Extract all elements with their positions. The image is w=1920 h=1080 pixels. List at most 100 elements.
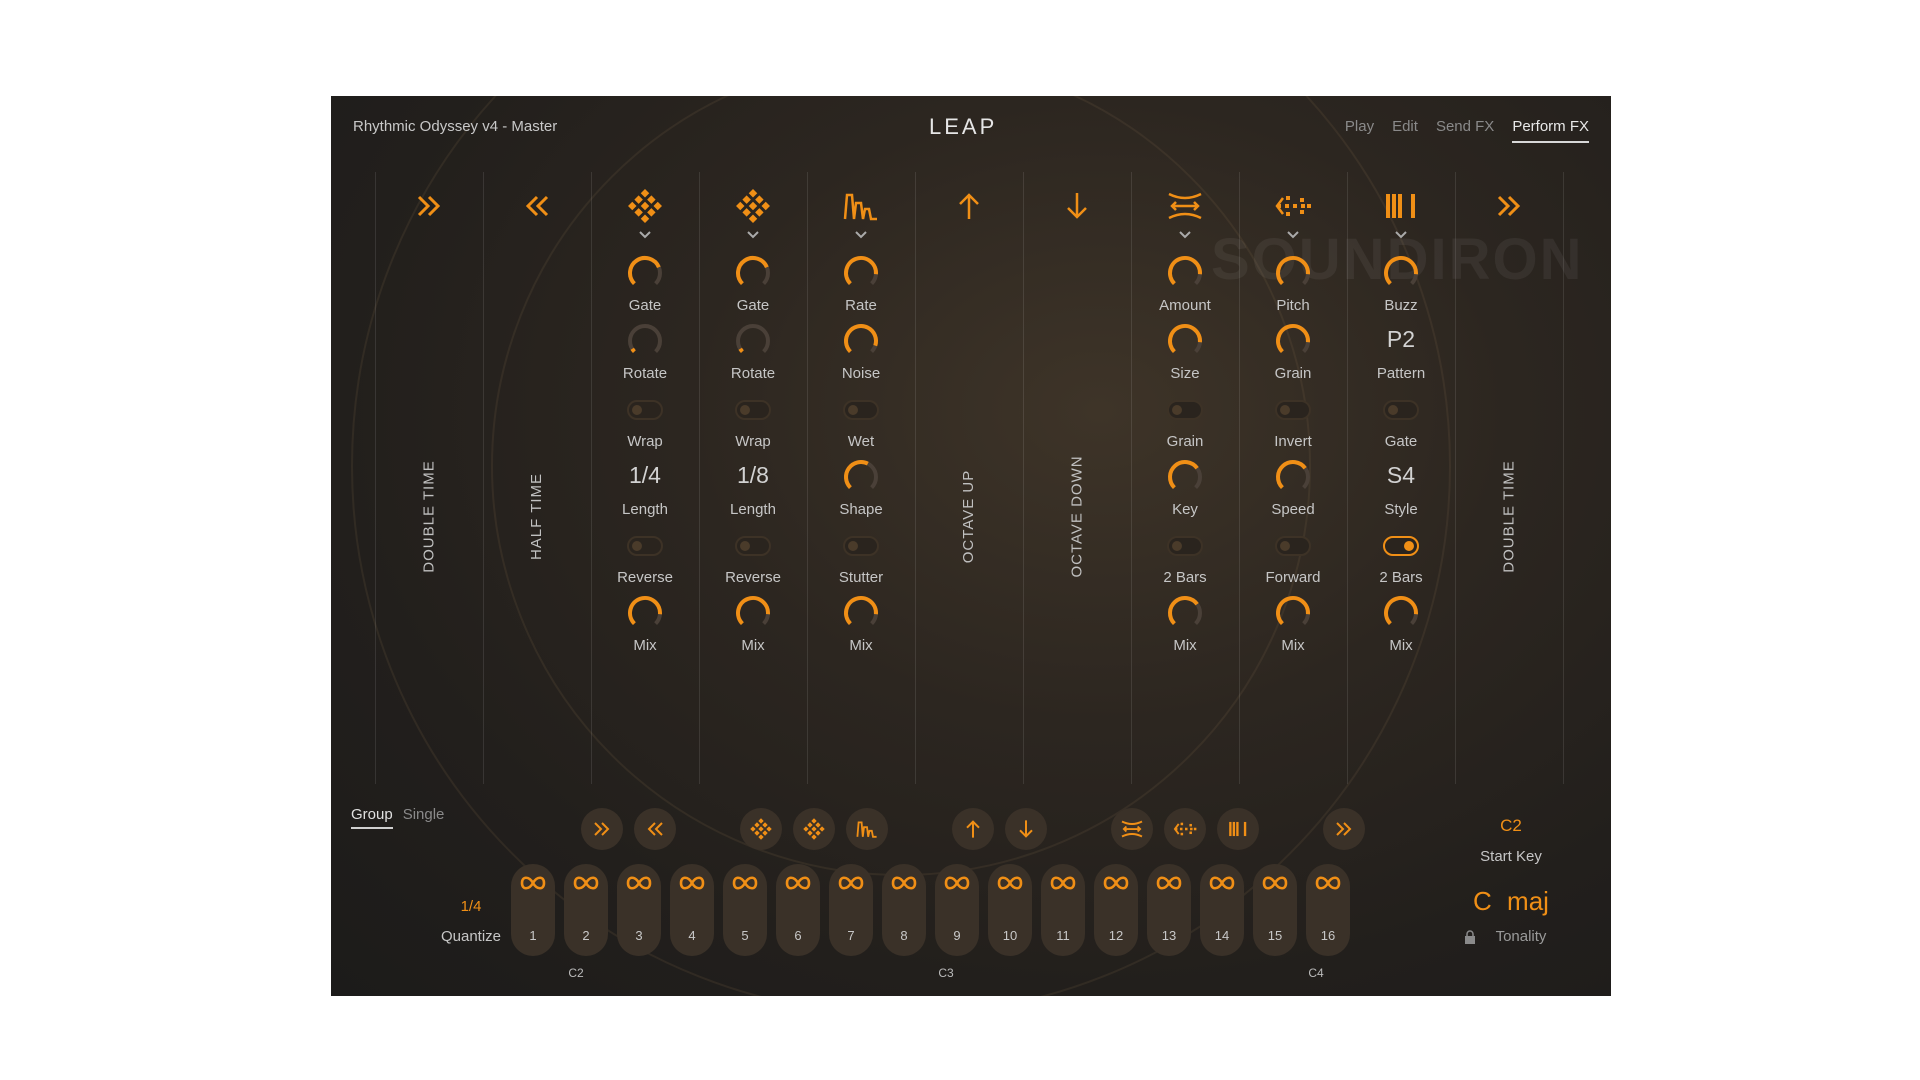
size-knob[interactable] <box>1166 322 1204 360</box>
chevron-down-icon[interactable] <box>745 228 761 242</box>
mix-knob[interactable] <box>1382 594 1420 632</box>
double-time-button-2[interactable] <box>1323 808 1365 850</box>
stretch-button[interactable] <box>1111 808 1153 850</box>
arrow-up-icon[interactable] <box>944 181 994 231</box>
double-chevron-right-icon[interactable] <box>404 181 454 231</box>
pad-5[interactable]: 5 <box>723 864 767 956</box>
diamond-grid-icon[interactable] <box>620 181 670 231</box>
wet-toggle[interactable] <box>843 400 879 420</box>
pad-7[interactable]: 7 <box>829 864 873 956</box>
wrap-toggle[interactable] <box>627 400 663 420</box>
rate-knob[interactable] <box>842 254 880 292</box>
tab-play[interactable]: Play <box>1345 118 1374 143</box>
buzz-knob[interactable] <box>1382 254 1420 292</box>
pad-13[interactable]: 13 <box>1147 864 1191 956</box>
gate-2-button[interactable] <box>793 808 835 850</box>
tab-edit[interactable]: Edit <box>1392 118 1418 143</box>
pitch-knob[interactable] <box>1274 254 1312 292</box>
pad-3[interactable]: 3 <box>617 864 661 956</box>
mix-knob[interactable] <box>842 594 880 632</box>
tab-single[interactable]: Single <box>403 806 445 829</box>
2-bars-toggle[interactable] <box>1167 536 1203 556</box>
pad-14[interactable]: 14 <box>1200 864 1244 956</box>
pad-11[interactable]: 11 <box>1041 864 1085 956</box>
tab-group[interactable]: Group <box>351 806 393 829</box>
chevron-down-icon[interactable] <box>1393 228 1409 242</box>
gate-knob[interactable] <box>734 254 772 292</box>
pad-15[interactable]: 15 <box>1253 864 1297 956</box>
mix-knob[interactable] <box>1274 594 1312 632</box>
pad-2[interactable]: 2 <box>564 864 608 956</box>
reverse-toggle[interactable] <box>627 536 663 556</box>
style-value[interactable]: S4 <box>1347 462 1455 489</box>
scatter-button[interactable] <box>1164 808 1206 850</box>
noise-knob[interactable] <box>842 322 880 360</box>
key-knob[interactable] <box>1166 458 1204 496</box>
infinity-icon <box>679 876 705 890</box>
pattern-value[interactable]: P2 <box>1347 326 1455 353</box>
infinity-icon <box>1103 876 1129 890</box>
mix-control: Mix <box>807 588 915 660</box>
diamond-grid-icon[interactable] <box>728 181 778 231</box>
grain-knob[interactable] <box>1274 322 1312 360</box>
pad-12[interactable]: 12 <box>1094 864 1138 956</box>
quantize-label: Quantize <box>440 928 502 945</box>
forward-toggle[interactable] <box>1275 536 1311 556</box>
mix-knob[interactable] <box>1166 594 1204 632</box>
length-value[interactable]: 1/4 <box>591 462 699 489</box>
double-chevron-right-icon[interactable] <box>1484 181 1534 231</box>
reverse-toggle[interactable] <box>735 536 771 556</box>
pad-8[interactable]: 8 <box>882 864 926 956</box>
tab-perform-fx[interactable]: Perform FX <box>1512 118 1589 143</box>
pad-10[interactable]: 10 <box>988 864 1032 956</box>
length-value[interactable]: 1/8 <box>699 462 807 489</box>
chevron-down-icon[interactable] <box>637 228 653 242</box>
pad-16[interactable]: 16 <box>1306 864 1350 956</box>
scatter-arrow-icon[interactable] <box>1268 181 1318 231</box>
speed-knob[interactable] <box>1274 458 1312 496</box>
rotate-knob[interactable] <box>626 322 664 360</box>
quantize-value[interactable]: 1/4 <box>431 898 511 915</box>
rotate-knob[interactable] <box>734 322 772 360</box>
arrow-down-icon[interactable] <box>1052 181 1102 231</box>
chevron-down-icon[interactable] <box>1177 228 1193 242</box>
amount-knob[interactable] <box>1166 254 1204 292</box>
arrow-up-icon <box>966 820 980 838</box>
octave-up-button[interactable] <box>952 808 994 850</box>
2-bars-label: 2 Bars <box>1163 569 1207 586</box>
tonality-value[interactable]: C maj <box>1451 886 1571 917</box>
buzz-button[interactable] <box>1217 808 1259 850</box>
stretch-icon[interactable] <box>1160 181 1210 231</box>
chevron-down-icon[interactable] <box>1285 228 1301 242</box>
2-bars-toggle[interactable] <box>1383 536 1419 556</box>
infinity-icon <box>1050 876 1076 890</box>
wrap-toggle[interactable] <box>735 400 771 420</box>
gate-toggle[interactable] <box>1383 400 1419 420</box>
chevron-down-icon[interactable] <box>853 228 869 242</box>
grain-toggle[interactable] <box>1167 400 1203 420</box>
tab-send-fx[interactable]: Send FX <box>1436 118 1494 143</box>
mix-knob[interactable] <box>734 594 772 632</box>
octave-down-button[interactable] <box>1005 808 1047 850</box>
bars-icon[interactable] <box>1376 181 1426 231</box>
waveform-icon[interactable] <box>836 181 886 231</box>
toggle-knob <box>1404 541 1414 551</box>
shape-knob[interactable] <box>842 458 880 496</box>
pad-1[interactable]: 1 <box>511 864 555 956</box>
start-key-value[interactable]: C2 <box>1461 816 1561 836</box>
mix-knob[interactable] <box>626 594 664 632</box>
pad-4[interactable]: 4 <box>670 864 714 956</box>
infinity-icon <box>891 876 917 890</box>
gate-knob[interactable] <box>626 254 664 292</box>
pitch-label: Pitch <box>1276 297 1310 314</box>
stutter-toggle[interactable] <box>843 536 879 556</box>
half-time-button[interactable] <box>634 808 676 850</box>
double-chevron-left-icon[interactable] <box>512 181 562 231</box>
gate-1-button[interactable] <box>740 808 782 850</box>
pad-9[interactable]: 9 <box>935 864 979 956</box>
lofi-button[interactable] <box>846 808 888 850</box>
invert-toggle[interactable] <box>1275 400 1311 420</box>
double-time-button[interactable] <box>581 808 623 850</box>
pad-6[interactable]: 6 <box>776 864 820 956</box>
double-chevron-left-icon <box>647 822 663 836</box>
